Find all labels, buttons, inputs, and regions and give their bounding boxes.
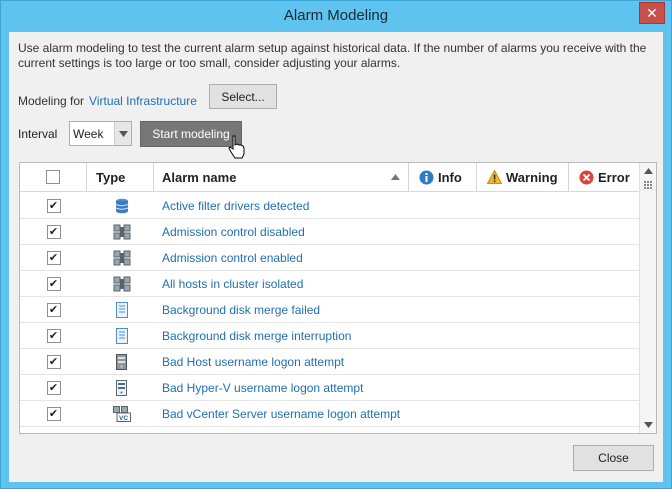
alarm-name[interactable]: Bad Hyper-V username logon attempt <box>154 381 409 395</box>
chevron-down-icon[interactable] <box>114 122 131 145</box>
hand-cursor-icon <box>228 135 245 159</box>
row-checkbox[interactable]: ✔ <box>46 302 61 317</box>
header-warning[interactable]: Warning <box>477 163 569 191</box>
window-title: Alarm Modeling <box>283 7 389 24</box>
row-checkbox[interactable]: ✔ <box>46 276 61 291</box>
table-row[interactable]: ✔ Bad Hyper-V username logon attempt <box>20 375 639 401</box>
select-button[interactable]: Select... <box>209 84 277 109</box>
interval-label: Interval <box>18 127 58 141</box>
alarm-name[interactable]: Bad vCenter Server username logon attemp… <box>154 407 409 421</box>
header-error[interactable]: Error <box>569 163 639 191</box>
row-checkbox[interactable]: ✔ <box>46 406 61 421</box>
header-warning-label: Warning <box>506 169 558 185</box>
row-checkbox[interactable]: ✔ <box>46 250 61 265</box>
title-bar[interactable]: Alarm Modeling ✕ <box>1 1 671 31</box>
alarm-name[interactable]: Active filter drivers detected <box>154 199 409 213</box>
interval-select[interactable]: Week <box>69 121 132 146</box>
alarm-name[interactable]: Background disk merge failed <box>154 303 409 317</box>
description-text: Use alarm modeling to test the current a… <box>18 41 647 70</box>
header-info[interactable]: Info <box>409 163 477 191</box>
alarm-name[interactable]: All hosts in cluster isolated <box>154 277 409 291</box>
row-checkbox[interactable]: ✔ <box>46 198 61 213</box>
select-all-checkbox[interactable] <box>46 170 60 184</box>
header-error-label: Error <box>598 169 630 185</box>
modeling-for-label: Modeling for <box>18 94 85 108</box>
datastore-icon <box>87 198 154 214</box>
row-checkbox[interactable]: ✔ <box>46 380 61 395</box>
vm-icon <box>87 327 154 344</box>
header-info-label: Info <box>438 169 462 185</box>
grid-scrollbar[interactable] <box>639 163 656 433</box>
hyperv-host-icon <box>87 379 154 396</box>
close-button[interactable]: Close <box>573 445 654 471</box>
cluster-icon <box>87 250 154 266</box>
interval-value: Week <box>73 126 104 141</box>
alarm-name[interactable]: Background disk merge interruption <box>154 329 409 343</box>
header-type[interactable]: Type <box>87 163 154 191</box>
grid-header: Type Alarm name Info Warning Error <box>20 163 639 192</box>
alarm-name[interactable]: Admission control enabled <box>154 251 409 265</box>
table-row[interactable]: ✔ Background disk merge failed <box>20 297 639 323</box>
table-row[interactable]: ✔ Bad Host username logon attempt <box>20 349 639 375</box>
host-icon <box>87 353 154 370</box>
alarm-grid: Type Alarm name Info Warning Error ✔ Act… <box>19 162 657 434</box>
vcenter-icon: VC <box>87 405 154 422</box>
info-icon <box>419 170 434 185</box>
vm-icon <box>87 301 154 318</box>
warning-icon <box>487 170 502 184</box>
window-close-button[interactable]: ✕ <box>639 2 665 24</box>
cluster-icon <box>87 276 154 292</box>
close-icon: ✕ <box>646 4 658 21</box>
cluster-icon <box>87 224 154 240</box>
error-icon <box>579 170 594 185</box>
grid-rows: ✔ Active filter drivers detected ✔ Admis… <box>20 193 639 427</box>
row-checkbox[interactable]: ✔ <box>46 224 61 239</box>
table-row[interactable]: ✔ Admission control disabled <box>20 219 639 245</box>
modeling-target-link[interactable]: Virtual Infrastructure <box>89 94 197 108</box>
table-row[interactable]: ✔ Active filter drivers detected <box>20 193 639 219</box>
table-row[interactable]: ✔ Background disk merge interruption <box>20 323 639 349</box>
header-alarm-name-label: Alarm name <box>162 169 237 185</box>
scroll-grip-icon[interactable] <box>643 180 653 190</box>
scroll-down-icon[interactable] <box>640 418 656 432</box>
row-checkbox[interactable]: ✔ <box>46 328 61 343</box>
modeling-row: Modeling for Virtual Infrastructure <box>18 89 197 113</box>
dialog-body: Use alarm modeling to test the current a… <box>9 32 663 482</box>
svg-text:VC: VC <box>119 415 128 422</box>
alarm-name[interactable]: Bad Host username logon attempt <box>154 355 409 369</box>
alarm-name[interactable]: Admission control disabled <box>154 225 409 239</box>
sort-asc-icon <box>391 174 400 180</box>
table-row[interactable]: ✔ Admission control enabled <box>20 245 639 271</box>
table-row[interactable]: ✔ VC Bad vCenter Server username logon a… <box>20 401 639 427</box>
row-checkbox[interactable]: ✔ <box>46 354 61 369</box>
header-alarm-name[interactable]: Alarm name <box>154 163 409 191</box>
scroll-up-icon[interactable] <box>640 164 656 178</box>
alarm-modeling-window: Alarm Modeling ✕ Use alarm modeling to t… <box>0 0 672 489</box>
interval-row: Interval <box>18 122 57 146</box>
header-select-all[interactable] <box>20 163 87 191</box>
table-row[interactable]: ✔ All hosts in cluster isolated <box>20 271 639 297</box>
